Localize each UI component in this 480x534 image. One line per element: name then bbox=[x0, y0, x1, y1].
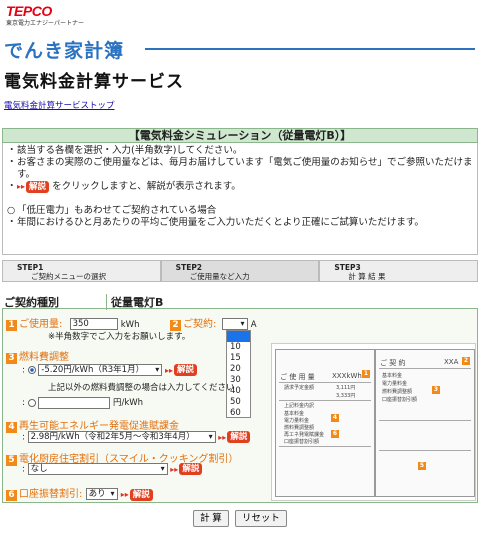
dropdown-option[interactable]: 60 bbox=[227, 408, 250, 419]
renewable-row: : 2.98円/kWh（令和2年5月〜令和3年4月） ▸▸解説 bbox=[22, 431, 251, 443]
kaisetsu-icon: ▸▸ 解説 bbox=[17, 181, 50, 193]
contract-type-row bbox=[2, 293, 478, 309]
bank-select[interactable]: あり bbox=[85, 488, 118, 500]
contract-label: ご契約: bbox=[183, 319, 217, 330]
instructions-box: ・該当する各欄を選択・入力(半角数字)してください。 ・お客さまの実際のご使用量… bbox=[2, 143, 478, 255]
contract-row: 2ご契約: A bbox=[170, 315, 257, 331]
contract-select[interactable] bbox=[221, 318, 248, 330]
fuel-other-input[interactable] bbox=[38, 396, 111, 409]
bill-sample-image: ご 使 用 量 XXXkWh 3,111円 3,333円 請求予定金額 上記料金… bbox=[271, 343, 476, 501]
discount-select[interactable]: なし bbox=[27, 463, 168, 475]
note-item: ・お客さまの実際のご使用量などは、毎月お届けしています「電気ご使用量のお知らせ」… bbox=[7, 157, 473, 180]
bill-left: ご 使 用 量 XXXkWh 3,111円 3,333円 請求予定金額 上記料金… bbox=[275, 349, 375, 497]
usage-row: 1 ご使用量: 350 kWh bbox=[6, 315, 139, 331]
fuel-heading: 3 燃料費調整 bbox=[6, 348, 69, 364]
simulation-heading: 【電気料金シミュレーション（従量電灯B）】 bbox=[2, 128, 478, 143]
step-3: STEP3 計 算 結 果 bbox=[319, 260, 479, 282]
fuel-radio-other[interactable] bbox=[27, 398, 36, 407]
fuel-other-row: : 円/kWh bbox=[22, 396, 144, 409]
usage-input[interactable]: 350 bbox=[69, 318, 118, 330]
kaisetsu-button[interactable]: ▸▸ 解説 bbox=[121, 488, 153, 501]
note-item: ・年間におけるひと月あたりの平均ご使用量をご入力いただくとより正確にご試算いただ… bbox=[7, 217, 424, 228]
step-number: 1 bbox=[6, 320, 17, 331]
kaisetsu-button[interactable]: ▸▸ 解説 bbox=[165, 364, 198, 376]
bill-right: ご 契 約 XXA 基本料金 電力量料金 燃料費調整額 口座振替割引額 2 3 … bbox=[375, 349, 475, 497]
discount-row: : なし ▸▸解説 bbox=[22, 463, 203, 475]
brand-divider bbox=[145, 48, 475, 50]
dropdown-option[interactable]: 10 bbox=[227, 342, 250, 353]
reset-button[interactable]: リセット bbox=[234, 510, 287, 527]
usage-label: ご使用量: bbox=[19, 319, 63, 330]
bank-row: 6口座振替割引: あり ▸▸解説 bbox=[6, 485, 153, 501]
dropdown-option[interactable]: 15 bbox=[227, 353, 250, 364]
contract-type-label: ご契約種別 bbox=[4, 296, 59, 309]
calculate-button[interactable]: 計 算 bbox=[193, 510, 229, 527]
contract-type-value: 従量電灯B bbox=[106, 294, 163, 310]
brand-title: でんき家計簿 bbox=[4, 40, 125, 62]
page-title: 電気料金計算サービス bbox=[4, 72, 184, 92]
step-number: 6 bbox=[6, 490, 17, 501]
contract-unit: A bbox=[250, 320, 257, 330]
kaisetsu-button[interactable]: ▸▸ 解説 bbox=[218, 431, 251, 443]
fuel-radio-preset[interactable] bbox=[27, 366, 36, 374]
fuel-select[interactable]: -5.20円/kWh（R3年1月） bbox=[38, 364, 163, 376]
note-item: ・ ▸▸ 解説 をクリックしますと、解説が表示されます。 bbox=[7, 181, 241, 193]
top-link[interactable]: 電気料金計算サービストップ bbox=[4, 99, 115, 111]
usage-unit: kWh bbox=[120, 320, 140, 330]
usage-note: ※半角数字でご入力をお願いします。 bbox=[48, 332, 191, 342]
note-item: ・該当する各欄を選択・入力(半角数字)してください。 bbox=[7, 145, 243, 156]
step-number: 3 bbox=[6, 353, 17, 364]
step-2: STEP2 ご使用量など入力 bbox=[160, 260, 320, 282]
step-number: 4 bbox=[6, 422, 17, 433]
fuel-other-note: 上記以外の燃料費調整の場合は入力してください bbox=[48, 383, 235, 393]
step-number: 2 bbox=[170, 320, 181, 331]
dropdown-option-blank[interactable] bbox=[227, 331, 250, 342]
contract-dropdown[interactable]: 10 15 20 30 40 50 60 bbox=[226, 330, 251, 418]
tepco-logo: TEPCO bbox=[6, 3, 52, 19]
logo-subtitle: 東京電力エナジーパートナー bbox=[6, 20, 84, 27]
step-1: STEP1 ご契約メニューの選択 bbox=[2, 260, 161, 282]
dropdown-option[interactable]: 50 bbox=[227, 397, 250, 408]
note-item: ○ 「低圧電力」もあわせてご契約されている場合 bbox=[7, 205, 217, 216]
renewable-select[interactable]: 2.98円/kWh（令和2年5月〜令和3年4月） bbox=[27, 431, 216, 443]
fuel-option-row: : -5.20円/kWh（R3年1月） ▸▸解説 bbox=[22, 364, 198, 376]
step-number: 5 bbox=[6, 455, 17, 466]
kaisetsu-button[interactable]: ▸▸ 解説 bbox=[170, 463, 203, 475]
dropdown-option[interactable]: 20 bbox=[227, 364, 250, 375]
action-buttons: 計 算 リセット bbox=[0, 510, 480, 527]
step-indicator: STEP1 ご契約メニューの選択 STEP2 ご使用量など入力 STEP3 計 算 結… bbox=[2, 260, 479, 282]
